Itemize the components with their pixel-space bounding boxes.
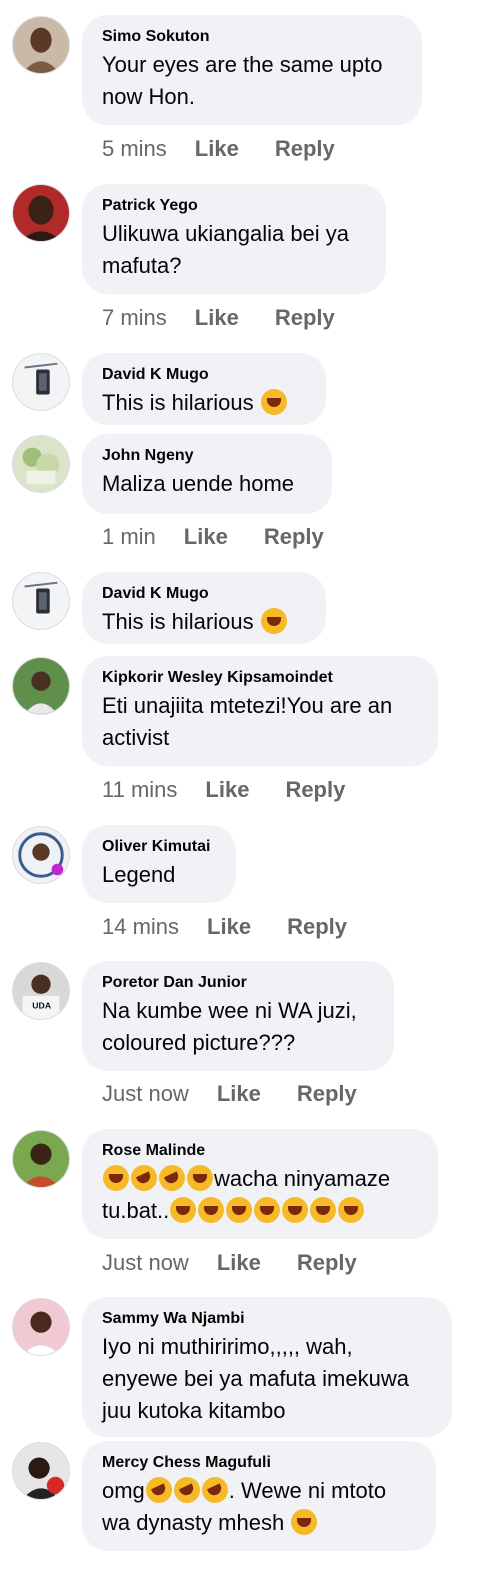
comment-text: Iyo ni muthiririmo,,,,, wah, enyewe bei … — [102, 1334, 409, 1423]
rofl-emoji-icon — [197, 1472, 233, 1508]
comment-actions: 5 mins Like Reply — [102, 136, 371, 162]
eye-roll-emoji-icon — [291, 1509, 318, 1535]
comment-time[interactable]: 14 mins — [102, 914, 179, 940]
laughing-emoji-icon — [260, 389, 287, 415]
svg-text:UDA: UDA — [32, 1000, 52, 1010]
comment-time[interactable]: 5 mins — [102, 136, 167, 162]
commenter-name[interactable]: John Ngeny — [102, 446, 312, 466]
comment-text: This is hilarious — [102, 606, 306, 638]
comment-text: Na kumbe wee ni WA juzi, coloured pictur… — [102, 998, 357, 1055]
like-button[interactable]: Like — [184, 524, 228, 550]
rofl-emoji-icon — [169, 1472, 205, 1508]
rofl-emoji-icon — [126, 1160, 162, 1196]
comment-text: wacha ninyamaze tu.bat.. — [102, 1160, 418, 1227]
comment-actions: Just now Like Reply — [102, 1081, 393, 1107]
reply-button[interactable]: Reply — [264, 524, 324, 550]
comment-bubble: Mercy Chess Magufuli omg . Wewe ni mtoto … — [82, 1441, 436, 1551]
laughing-emoji-icon — [338, 1197, 365, 1223]
comment-time[interactable]: 1 min — [102, 524, 156, 550]
avatar[interactable] — [12, 353, 70, 411]
avatar[interactable] — [12, 435, 70, 493]
comment-time[interactable]: Just now — [102, 1250, 189, 1276]
laughing-emoji-icon — [310, 1197, 337, 1223]
comment-text: Ulikuwa ukiangalia bei ya mafuta? — [102, 221, 350, 278]
commenter-name[interactable]: Simo Sokuton — [102, 27, 402, 47]
comment-actions: Just now Like Reply — [102, 1250, 393, 1276]
comment-actions: 11 mins Like Reply — [102, 777, 381, 803]
like-button[interactable]: Like — [217, 1250, 261, 1276]
comment-bubble: John Ngeny Maliza uende home — [82, 434, 332, 514]
laughing-emoji-icon — [226, 1197, 253, 1223]
laughing-emoji-icon — [198, 1197, 225, 1223]
comment-bubble: Rose Malinde wacha ninyamaze tu.bat.. — [82, 1129, 438, 1239]
comment-text-content: . Wewe ni mtoto — [228, 1478, 387, 1503]
laughing-emoji-icon — [282, 1197, 309, 1223]
comment-text-content: wacha ninyamaze — [214, 1166, 391, 1191]
comment-bubble: David K Mugo This is hilarious — [82, 572, 326, 644]
comment-time[interactable]: 11 mins — [102, 777, 177, 803]
commenter-name[interactable]: Poretor Dan Junior — [102, 973, 374, 993]
comment-actions: 1 min Like Reply — [102, 524, 360, 550]
commenter-name[interactable]: Oliver Kimutai — [102, 837, 216, 857]
like-button[interactable]: Like — [217, 1081, 261, 1107]
comment-bubble: Poretor Dan Junior Na kumbe wee ni WA ju… — [82, 961, 394, 1071]
avatar[interactable] — [12, 1442, 70, 1500]
like-button[interactable]: Like — [195, 136, 239, 162]
comment-actions: 7 mins Like Reply — [102, 305, 371, 331]
comment-text: Maliza uende home — [102, 471, 295, 496]
comment-text-content: wa dynasty mhesh — [102, 1510, 285, 1535]
reply-button[interactable]: Reply — [287, 914, 347, 940]
avatar[interactable] — [12, 826, 70, 884]
comment-text: Your eyes are the same upto now Hon. — [102, 52, 383, 109]
commenter-name[interactable]: David K Mugo — [102, 584, 306, 604]
reply-button[interactable]: Reply — [297, 1250, 357, 1276]
like-button[interactable]: Like — [195, 305, 239, 331]
avatar[interactable] — [12, 16, 70, 74]
comment-bubble: Oliver Kimutai Legend — [82, 825, 236, 903]
reply-button[interactable]: Reply — [297, 1081, 357, 1107]
comment-bubble: Simo Sokuton Your eyes are the same upto… — [82, 15, 422, 125]
comment-bubble: Patrick Yego Ulikuwa ukiangalia bei ya m… — [82, 184, 386, 294]
comment-text-content: This is hilarious — [102, 609, 254, 634]
laughing-emoji-icon — [170, 1197, 197, 1223]
comment-bubble: David K Mugo This is hilarious — [82, 353, 326, 425]
comment-text: Legend — [102, 862, 176, 887]
comment-text-content: tu.bat.. — [102, 1198, 170, 1223]
comment-actions: 14 mins Like Reply — [102, 914, 383, 940]
comment-bubble: Sammy Wa Njambi Iyo ni muthiririmo,,,,, … — [82, 1297, 452, 1437]
avatar[interactable] — [12, 184, 70, 242]
rofl-emoji-icon — [141, 1472, 177, 1508]
reply-button[interactable]: Reply — [285, 777, 345, 803]
comment-text: This is hilarious — [102, 387, 306, 419]
avatar[interactable] — [12, 1130, 70, 1188]
comment-time[interactable]: Just now — [102, 1081, 189, 1107]
commenter-name[interactable]: Sammy Wa Njambi — [102, 1309, 432, 1329]
commenter-name[interactable]: Patrick Yego — [102, 196, 366, 216]
rofl-emoji-icon — [154, 1160, 190, 1196]
comment-text: omg . Wewe ni mtoto wa dynasty mhesh — [102, 1472, 416, 1539]
avatar[interactable]: UDA — [12, 962, 70, 1020]
comment-bubble: Kipkorir Wesley Kipsamoindet Eti unajiit… — [82, 656, 438, 766]
like-button[interactable]: Like — [207, 914, 251, 940]
comment-text-content: This is hilarious — [102, 390, 254, 415]
laughing-emoji-icon — [187, 1165, 213, 1191]
laughing-emoji-icon — [103, 1165, 129, 1191]
laughing-emoji-icon — [254, 1197, 281, 1223]
comment-time[interactable]: 7 mins — [102, 305, 167, 331]
laughing-emoji-icon — [260, 608, 287, 634]
avatar[interactable] — [12, 1298, 70, 1356]
commenter-name[interactable]: Kipkorir Wesley Kipsamoindet — [102, 668, 418, 688]
commenter-name[interactable]: Rose Malinde — [102, 1141, 418, 1161]
reply-button[interactable]: Reply — [275, 305, 335, 331]
comment-text: Eti unajiita mtetezi!You are an activist — [102, 693, 393, 750]
commenter-name[interactable]: Mercy Chess Magufuli — [102, 1453, 416, 1473]
reply-button[interactable]: Reply — [275, 136, 335, 162]
like-button[interactable]: Like — [205, 777, 249, 803]
avatar[interactable] — [12, 572, 70, 630]
avatar[interactable] — [12, 657, 70, 715]
commenter-name[interactable]: David K Mugo — [102, 365, 306, 385]
comment-text-content: omg — [102, 1478, 145, 1503]
